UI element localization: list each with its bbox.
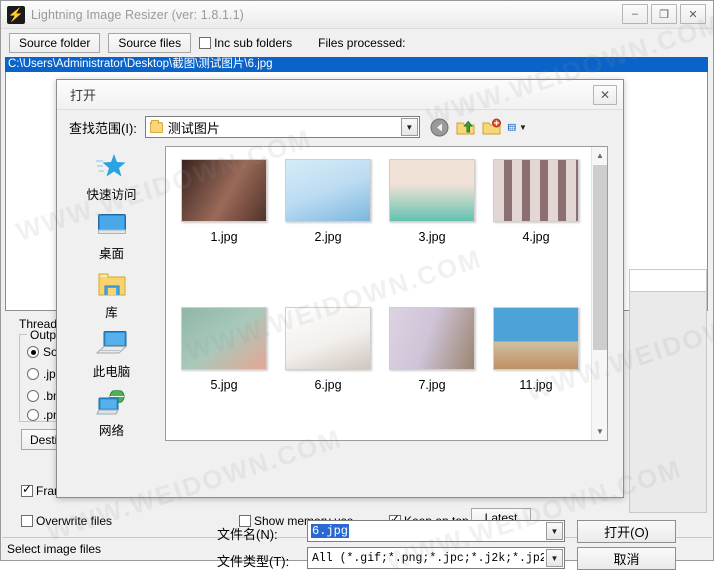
file-item[interactable]: 2.jpg (276, 155, 380, 303)
open-file-dialog: 打开 ✕ 查找范围(I): 测试图片 ▼ ▼ 快速访问 桌面 库 此电脑 网络 … (56, 79, 676, 570)
minimize-button[interactable]: – (622, 4, 648, 24)
place-label: 桌面 (98, 247, 124, 261)
radio-dot (27, 390, 39, 402)
scroll-down-icon[interactable]: ▼ (592, 423, 608, 440)
file-thumbnail (181, 159, 267, 222)
files-processed-label: Files processed: (318, 36, 406, 50)
file-thumbnail (285, 307, 371, 370)
place-label: 此电脑 (92, 365, 131, 379)
file-thumbnail (493, 159, 579, 222)
file-name: 5.jpg (210, 378, 238, 392)
desktop-icon (93, 208, 131, 242)
overwrite-files-label: Overwrite files (36, 514, 113, 528)
close-button[interactable]: ✕ (680, 4, 706, 24)
maximize-button[interactable]: ❐ (651, 4, 677, 24)
open-button[interactable]: 打开(O) (577, 520, 676, 543)
filename-value: 6.jpg (311, 524, 350, 538)
file-item[interactable]: 3.jpg (380, 155, 484, 303)
view-mode-icon[interactable]: ▼ (507, 118, 527, 137)
file-name: 4.jpg (522, 230, 550, 244)
file-name: 3.jpg (418, 230, 446, 244)
inc-sub-folders-checkbox[interactable]: Inc sub folders (199, 36, 292, 50)
file-view-scrollbar[interactable]: ▲ ▼ (591, 147, 607, 440)
filetype-combobox[interactable]: All (*.gif;*.png;*.jpc;*.j2k;*.jp2;*.jp … (307, 547, 565, 569)
file-thumbnail (285, 159, 371, 222)
library-icon (93, 267, 131, 301)
source-files-button[interactable]: Source files (108, 33, 192, 53)
place-label: 网络 (98, 424, 124, 438)
star-icon (93, 149, 131, 183)
dialog-toolbar: ▼ (430, 118, 527, 137)
checkbox-box (21, 515, 33, 527)
file-item[interactable]: 11.jpg (484, 303, 588, 451)
file-item[interactable]: 7.jpg (380, 303, 484, 451)
cancel-button[interactable]: 取消 (577, 547, 676, 570)
preview-panel (629, 291, 707, 513)
look-in-label: 查找范围(I): (69, 120, 137, 136)
back-icon[interactable] (430, 118, 449, 137)
file-name: 1.jpg (210, 230, 238, 244)
chevron-down-icon[interactable]: ▼ (546, 522, 563, 540)
source-folder-button[interactable]: Source folder (9, 33, 101, 53)
place-item-desktop[interactable]: 桌面 (58, 208, 165, 262)
app-title: Lightning Image Resizer (ver: 1.8.1.1) (31, 7, 244, 22)
filetype-value: All (*.gif;*.png;*.jpc;*.j2k;*.jp2;*.jp (312, 551, 544, 565)
file-item[interactable]: 1.jpg (172, 155, 276, 303)
scrollbar-thumb[interactable] (593, 165, 607, 350)
place-item-library[interactable]: 库 (58, 267, 165, 321)
filename-label: 文件名(N): (217, 527, 278, 542)
thumbnail-grid: 1.jpg 2.jpg 3.jpg 4.jpg 5.jpg 6.jpg 7.jp… (166, 147, 591, 440)
file-name: 2.jpg (314, 230, 342, 244)
dialog-title: 打开 (70, 88, 97, 103)
radio-dot (27, 409, 39, 421)
radio-dot (27, 368, 39, 380)
file-thumbnail (389, 159, 475, 222)
places-sidebar: 快速访问 桌面 库 此电脑 网络 (58, 143, 165, 443)
inc-sub-folders-label: Inc sub folders (214, 36, 293, 50)
new-folder-icon[interactable] (482, 118, 501, 137)
file-thumbnail (389, 307, 475, 370)
file-item[interactable]: 4.jpg (484, 155, 588, 303)
place-label: 快速访问 (86, 188, 137, 202)
look-in-value: 测试图片 (167, 120, 220, 136)
checkbox-box (21, 483, 33, 497)
place-item-this-pc[interactable]: 此电脑 (58, 326, 165, 380)
up-folder-icon[interactable] (456, 118, 475, 137)
app-toolbar: Source folder Source files Inc sub folde… (1, 30, 713, 56)
file-name: 11.jpg (519, 378, 553, 392)
file-name: 6.jpg (314, 378, 342, 392)
file-thumbnail (493, 307, 579, 370)
radio-dot (27, 346, 39, 358)
checkbox-box (199, 37, 212, 49)
selected-file-path[interactable]: C:\Users\Administrator\Desktop\截图\测试图片\6… (5, 57, 708, 72)
folder-icon (149, 119, 163, 133)
window-controls: – ❐ ✕ (622, 4, 709, 24)
file-name: 7.jpg (418, 378, 446, 392)
file-browser-view[interactable]: 1.jpg 2.jpg 3.jpg 4.jpg 5.jpg 6.jpg 7.jp… (165, 146, 608, 441)
file-thumbnail (181, 307, 267, 370)
filename-combobox[interactable]: 6.jpg ▼ (307, 520, 565, 542)
scroll-up-icon[interactable]: ▲ (592, 147, 608, 164)
place-item-quick-access[interactable]: 快速访问 (58, 149, 165, 203)
chevron-down-icon[interactable]: ▼ (546, 549, 563, 567)
preview-field (629, 269, 707, 293)
file-item[interactable]: 6.jpg (276, 303, 380, 451)
network-icon (93, 385, 131, 419)
this-pc-icon (93, 326, 131, 360)
file-item[interactable]: 5.jpg (172, 303, 276, 451)
overwrite-files-checkbox[interactable]: Overwrite files (21, 514, 112, 528)
lightning-bolt-icon: ⚡ (7, 5, 25, 24)
dialog-title-bar: 打开 ✕ (57, 80, 623, 110)
app-title-bar: ⚡ Lightning Image Resizer (ver: 1.8.1.1)… (1, 1, 713, 29)
chevron-down-icon[interactable]: ▼ (400, 118, 418, 136)
dialog-close-icon[interactable]: ✕ (593, 85, 617, 105)
place-item-network[interactable]: 网络 (58, 385, 165, 439)
look-in-combobox[interactable]: 测试图片 ▼ (144, 116, 420, 138)
place-label: 库 (105, 306, 118, 320)
look-in-row: 查找范围(I): 测试图片 ▼ ▼ (57, 111, 623, 143)
